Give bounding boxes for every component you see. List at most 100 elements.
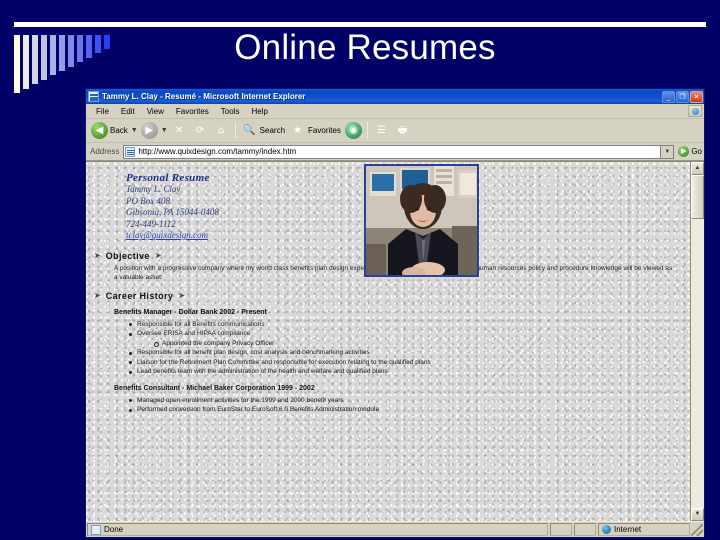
favorites-label: Favorites xyxy=(308,126,341,135)
address-bar: Address http://www.quixdesign.com/tammy/… xyxy=(86,143,704,161)
minimize-button[interactable]: _ xyxy=(662,90,675,103)
section-marker-right-icon: ➤ xyxy=(178,291,186,300)
window-titlebar[interactable]: Tammy L. Clay - Resumé - Microsoft Inter… xyxy=(86,89,704,104)
print-button[interactable]: 🖶 xyxy=(392,120,413,142)
resize-grip[interactable] xyxy=(691,523,703,536)
menu-item-file[interactable]: File xyxy=(90,107,115,116)
section-marker-left-icon: ➤ xyxy=(94,251,101,260)
web-page-content: Personal Resume Tammy L. Clay PO Box 408… xyxy=(86,162,690,521)
page-icon xyxy=(125,146,136,157)
forward-icon: ▶ xyxy=(140,122,158,139)
go-label: Go xyxy=(691,147,702,156)
status-slot-2 xyxy=(574,523,596,536)
status-message: Done xyxy=(87,523,548,536)
job-bullet-item: Lead benefits team with the administrati… xyxy=(128,367,690,377)
job-bullet-item: Liaison for the Retirement Plan Committe… xyxy=(128,358,690,368)
back-button[interactable]: ◀ Back xyxy=(89,120,130,142)
job-bullet-item: Performed conversion from EuroStar to Eu… xyxy=(128,405,690,415)
back-label: Back xyxy=(110,126,128,135)
go-button[interactable]: ▶ Go xyxy=(678,146,702,157)
history-icon: ☰ xyxy=(376,124,386,136)
favorites-icon: ★ xyxy=(293,124,303,136)
status-slot-1 xyxy=(550,523,572,536)
job-bullet-item: Responsible for all Benefits communicati… xyxy=(128,320,690,330)
security-zone: Internet xyxy=(598,523,690,536)
decoration-bar xyxy=(32,35,38,85)
forward-button[interactable]: ▶ xyxy=(139,120,160,142)
history-button[interactable]: ☰ xyxy=(371,120,392,142)
scroll-down-icon[interactable]: ▼ xyxy=(691,508,704,521)
window-title: Tammy L. Clay - Resumé - Microsoft Inter… xyxy=(102,92,306,101)
address-input[interactable]: http://www.quixdesign.com/tammy/index.ht… xyxy=(123,144,662,159)
browser-window: Tammy L. Clay - Resumé - Microsoft Inter… xyxy=(85,88,705,538)
job-sub-bullet-item: Appointed the company Privacy Officer xyxy=(153,339,690,349)
toolbar-separator xyxy=(366,122,368,139)
status-bar: Done Internet xyxy=(86,521,704,537)
scrollbar-track[interactable] xyxy=(691,175,704,508)
decoration-bar xyxy=(68,35,74,67)
search-button[interactable]: 🔍 Search xyxy=(239,120,287,142)
stop-icon: ✕ xyxy=(174,124,184,136)
window-controls: _ ❐ ✕ xyxy=(662,90,703,103)
menu-item-help[interactable]: Help xyxy=(245,107,273,116)
slide-top-rule xyxy=(14,22,706,27)
job-bullet-list: Responsible for all Benefits communicati… xyxy=(128,320,690,377)
decoration-bar xyxy=(59,35,65,71)
ie-logo-icon xyxy=(688,105,702,117)
favorites-button[interactable]: ★ Favorites xyxy=(287,120,343,142)
decoration-bar xyxy=(77,35,83,63)
vertical-scrollbar[interactable]: ▲ ▼ xyxy=(690,162,704,521)
job-bullet-item: Responsible for all benefit plan design,… xyxy=(128,348,690,358)
browser-toolbar: ◀ Back ▼ ▶ ▼ ✕ ⟳ ⌂ 🔍 Search ★ Favorites ◉ ☰ 🖶 xyxy=(86,119,704,143)
section-title: Objective xyxy=(105,250,150,261)
resume-portrait-photo xyxy=(364,164,479,277)
refresh-button[interactable]: ⟳ xyxy=(190,120,211,142)
media-button[interactable]: ◉ xyxy=(343,120,364,142)
section-title: Career History xyxy=(105,290,174,301)
back-chevron-down-icon[interactable]: ▼ xyxy=(131,127,138,134)
decoration-bar xyxy=(41,35,47,80)
home-icon: ⌂ xyxy=(217,124,225,136)
close-button[interactable]: ✕ xyxy=(690,90,703,103)
menu-item-favorites[interactable]: Favorites xyxy=(170,107,215,116)
decoration-bar xyxy=(14,35,20,93)
job-bullet-item: Managed open enrollment activities for t… xyxy=(128,396,690,406)
print-icon: 🖶 xyxy=(397,124,408,136)
page-viewport: Personal Resume Tammy L. Clay PO Box 408… xyxy=(86,161,704,521)
decoration-bar xyxy=(95,35,101,54)
decoration-bar xyxy=(104,35,110,49)
menu-item-tools[interactable]: Tools xyxy=(215,107,246,116)
forward-chevron-down-icon[interactable]: ▼ xyxy=(161,127,168,134)
menu-item-edit[interactable]: Edit xyxy=(115,107,141,116)
address-url-text: http://www.quixdesign.com/tammy/index.ht… xyxy=(138,147,297,156)
stop-button[interactable]: ✕ xyxy=(169,120,190,142)
job-title: Benefits Consultant - Michael Baker Corp… xyxy=(114,384,315,392)
menu-bar: File Edit View Favorites Tools Help xyxy=(86,104,704,119)
scrollbar-thumb[interactable] xyxy=(691,175,704,219)
decoration-bar xyxy=(50,35,56,76)
status-message-text: Done xyxy=(104,525,124,534)
resume-section-heading: ➤ Career History ➤ xyxy=(94,291,690,301)
ie-document-icon xyxy=(88,91,99,102)
address-dropdown-icon[interactable]: ▼ xyxy=(661,144,675,159)
menu-item-view[interactable]: View xyxy=(141,107,170,116)
home-button[interactable]: ⌂ xyxy=(211,120,232,142)
portrait-image xyxy=(366,166,477,275)
scroll-up-icon[interactable]: ▲ xyxy=(691,162,704,175)
job-title: Benefits Manager - Dollar Bank 2002 - Pr… xyxy=(114,308,267,316)
refresh-icon: ⟳ xyxy=(195,124,205,136)
job-bullet-list: Managed open enrollment activities for t… xyxy=(128,396,690,415)
go-arrow-icon: ▶ xyxy=(678,146,690,157)
section-marker-left-icon: ➤ xyxy=(94,291,101,300)
job-sub-bullet-list: Appointed the company Privacy Officer xyxy=(153,339,690,349)
page-title: Online Resumes xyxy=(234,28,496,67)
restore-button[interactable]: ❐ xyxy=(676,90,689,103)
media-icon: ◉ xyxy=(344,122,362,139)
back-icon: ◀ xyxy=(91,122,108,139)
search-label: Search xyxy=(259,126,286,135)
decoration-bar xyxy=(23,35,29,89)
toolbar-separator xyxy=(234,122,236,139)
page-done-icon xyxy=(91,524,101,535)
search-icon: 🔍 xyxy=(242,124,256,136)
job-bullet-item: Oversee ERISA and HIPAA compliance Appoin… xyxy=(128,329,690,348)
